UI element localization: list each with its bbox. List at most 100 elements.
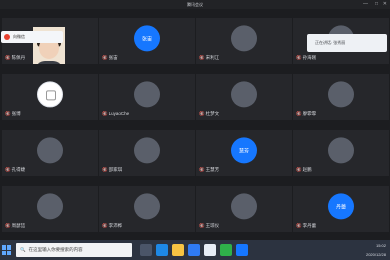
participant-name: 🔇王慧芳 [199, 167, 219, 173]
taskbar: 🔍 在这里输入你要搜索的内容 15:02 2020/12/28 [0, 240, 390, 260]
participant-name: 🔇张博 [5, 111, 21, 117]
store-icon[interactable] [188, 244, 200, 256]
participant-tile[interactable]: 慧芳 🔇王慧芳 [196, 130, 292, 176]
participant-name-label: 王慧芳 [205, 167, 220, 172]
participant-avatar [37, 193, 63, 220]
explorer-icon[interactable] [172, 244, 184, 256]
participant-avatar [231, 81, 257, 108]
participant-name: 🔇陈佩丹 [5, 55, 25, 61]
meeting-icon[interactable] [236, 244, 248, 256]
chrome-icon[interactable] [220, 244, 232, 256]
participant-tile[interactable]: 🔇宋利江 [196, 18, 292, 64]
participant-name-label: 邵家琪 [108, 167, 123, 172]
participant-name-label: 杜梦文 [205, 111, 220, 116]
participant-name: 🔇周瑟喆 [5, 223, 25, 229]
participant-name: 🔇邵家琪 [102, 167, 122, 173]
mic-muted-icon: 🔇 [5, 111, 11, 116]
participant-avatar [134, 137, 160, 164]
participant-name-label: LuyaoChe [108, 111, 130, 116]
avatar-text: 慧芳 [238, 147, 249, 154]
edge-icon[interactable] [156, 244, 168, 256]
task-view-icon[interactable] [140, 244, 152, 256]
participant-name: 🔇王琼仪 [199, 223, 219, 229]
system-tray: 15:02 2020/12/28 [366, 241, 386, 259]
wechat-text: 向微信 [13, 34, 25, 39]
mic-muted-icon: 🔇 [102, 223, 108, 228]
mic-muted-icon: 🔇 [199, 167, 205, 172]
participant-tile[interactable]: 张宙 🔇张宙 [99, 18, 195, 64]
mic-muted-icon: 🔇 [102, 111, 108, 116]
participant-avatar: 慧芳 [231, 137, 257, 164]
participant-tile[interactable]: 🔇孔得婕 [2, 130, 98, 176]
participant-avatar [134, 193, 160, 220]
mic-muted-icon: 🔇 [102, 55, 108, 60]
avatar-text: 张宙 [141, 35, 152, 42]
participant-name: 🔇张宙 [102, 55, 118, 61]
maximize-icon[interactable]: □ [375, 0, 378, 9]
participant-name-label: 赵鹏 [302, 167, 312, 172]
wechat-dot-icon [4, 34, 10, 40]
mic-muted-icon: 🔇 [296, 167, 302, 172]
mic-muted-icon: 🔇 [199, 55, 205, 60]
mic-muted-icon: 🔇 [296, 223, 302, 228]
taskbar-apps [140, 244, 248, 256]
participant-name: 🔇李沛桦 [102, 223, 122, 229]
speaking-text: 正在讲话: 张秀丽 [315, 40, 346, 45]
taskbar-search-field[interactable]: 🔍 在这里输入你要搜索的内容 [16, 243, 132, 257]
participant-tile[interactable]: 🔇邵家琪 [99, 130, 195, 176]
participant-name: 🔇杜梦文 [199, 111, 219, 117]
participant-name-label: 孙海刚 [302, 55, 317, 60]
participant-name-label: 陈佩丹 [11, 55, 26, 60]
avatar-text: 丹蕾 [335, 203, 346, 210]
window-title: 腾讯会议 [187, 2, 203, 7]
participant-name-label: 王琼仪 [205, 223, 220, 228]
participant-avatar [231, 193, 257, 220]
participant-avatar: 丹蕾 [328, 193, 354, 220]
minimize-icon[interactable]: — [363, 0, 368, 9]
participant-tile[interactable]: 🔇廖霏霏 [293, 74, 389, 120]
mic-muted-icon: 🔇 [296, 55, 302, 60]
tray-date: 2020/12/28 [365, 252, 386, 257]
participant-avatar [328, 137, 354, 164]
participant-tile[interactable]: 丹蕾 🔇李丹蕾 [293, 186, 389, 232]
participant-tile[interactable]: 🔇杜梦文 [196, 74, 292, 120]
mic-muted-icon: 🔇 [199, 111, 205, 116]
close-icon[interactable]: ✕ [383, 0, 387, 9]
mic-muted-icon: 🔇 [5, 223, 11, 228]
participant-tile[interactable]: 🔇周瑟喆 [2, 186, 98, 232]
mail-icon[interactable] [204, 244, 216, 256]
participant-name: 🔇孔得婕 [5, 167, 25, 173]
search-placeholder: 在这里输入你要搜索的内容 [28, 247, 83, 252]
participant-tile[interactable]: 🔇LuyaoChe [99, 74, 195, 120]
participant-tile[interactable]: 🔇赵鹏 [293, 130, 389, 176]
mic-muted-icon: 🔇 [5, 167, 11, 172]
participant-name-label: 孔得婕 [11, 167, 26, 172]
participant-avatar [37, 137, 63, 164]
participant-name: 🔇宋利江 [199, 55, 219, 61]
search-icon: 🔍 [20, 247, 26, 252]
participant-avatar [134, 81, 160, 108]
participant-tile[interactable]: 🔇王琼仪 [196, 186, 292, 232]
speaking-indicator: 正在讲话: 张秀丽 [307, 34, 387, 52]
participant-avatar [231, 25, 257, 52]
participant-name: 🔇李丹蕾 [296, 223, 316, 229]
window-titlebar: 腾讯会议 — □ ✕ [0, 0, 390, 9]
qr-icon [46, 90, 56, 101]
mic-muted-icon: 🔇 [296, 111, 302, 116]
wechat-share-banner[interactable]: 向微信 [1, 31, 63, 43]
participant-name-label: 张博 [11, 111, 21, 116]
tray-time: 15:02 [375, 243, 386, 248]
participant-tile[interactable]: 🔇张博 [2, 74, 98, 120]
participant-tile[interactable]: 🔇李沛桦 [99, 186, 195, 232]
participant-name-label: 张宙 [108, 55, 118, 60]
participant-name-label: 李丹蕾 [302, 223, 317, 228]
participant-name-label: 李沛桦 [108, 223, 123, 228]
participant-name: 🔇孙海刚 [296, 55, 316, 61]
participant-avatar [328, 81, 354, 108]
participant-avatar: 张宙 [134, 25, 160, 52]
participant-name: 🔇廖霏霏 [296, 111, 316, 117]
mic-muted-icon: 🔇 [199, 223, 205, 228]
windows-start-icon[interactable] [2, 245, 12, 255]
participant-name-label: 廖霏霏 [302, 111, 317, 116]
participant-name: 🔇赵鹏 [296, 167, 312, 173]
